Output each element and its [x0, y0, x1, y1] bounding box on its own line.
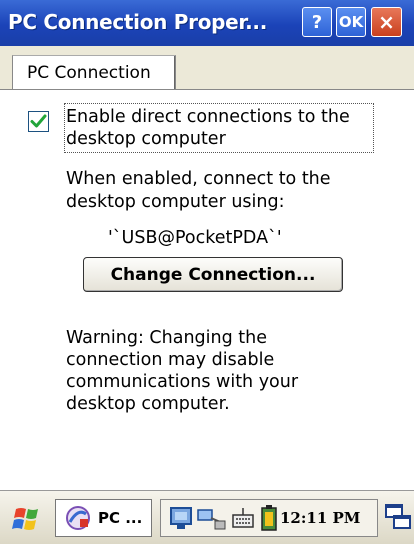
warning-line2: connection may disable: [66, 350, 275, 370]
start-button[interactable]: [10, 505, 46, 533]
checkbox-label-line1[interactable]: Enable direct connections to the: [66, 106, 350, 128]
clock[interactable]: 12:11 PM: [280, 509, 360, 527]
task-button-pc-connection[interactable]: PC ...: [55, 499, 152, 537]
connection-name: '`USB@PocketPDA`': [108, 228, 282, 248]
close-button[interactable]: ×: [371, 7, 402, 37]
checkmark-icon: [30, 114, 47, 128]
checkbox-label-line2[interactable]: desktop computer: [66, 128, 226, 150]
ok-button[interactable]: OK: [336, 7, 366, 37]
title-bar: PC Connection Proper... ? OK ×: [0, 0, 414, 46]
task-button-label: PC ...: [98, 509, 143, 527]
warning-line3: communications with your: [66, 372, 299, 392]
windows-flag-icon: [12, 508, 38, 530]
info-text-line1: When enabled, connect to the: [66, 169, 331, 189]
change-connection-button[interactable]: Change Connection...: [83, 257, 343, 292]
taskbar: PC ... 12:11 PM: [0, 490, 414, 544]
tab-pc-connection[interactable]: PC Connection: [12, 55, 176, 91]
tab-strip: PC Connection: [0, 46, 414, 91]
window-title: PC Connection Proper...: [8, 10, 268, 34]
connection-icon[interactable]: [197, 505, 227, 531]
warning-line1: Warning: Changing the: [66, 328, 267, 348]
show-desktop-button[interactable]: [384, 502, 412, 532]
network-icon[interactable]: [169, 505, 195, 531]
battery-icon[interactable]: [259, 504, 279, 532]
info-text-line2: desktop computer using:: [66, 192, 285, 212]
help-button[interactable]: ?: [302, 7, 332, 37]
enable-connections-checkbox[interactable]: [28, 111, 49, 132]
warning-line4: desktop computer.: [66, 394, 230, 414]
tab-label: PC Connection: [27, 63, 151, 83]
windows-stack-icon: [385, 504, 411, 529]
keyboard-icon[interactable]: [231, 505, 255, 531]
pc-connection-app-icon: [66, 506, 90, 530]
